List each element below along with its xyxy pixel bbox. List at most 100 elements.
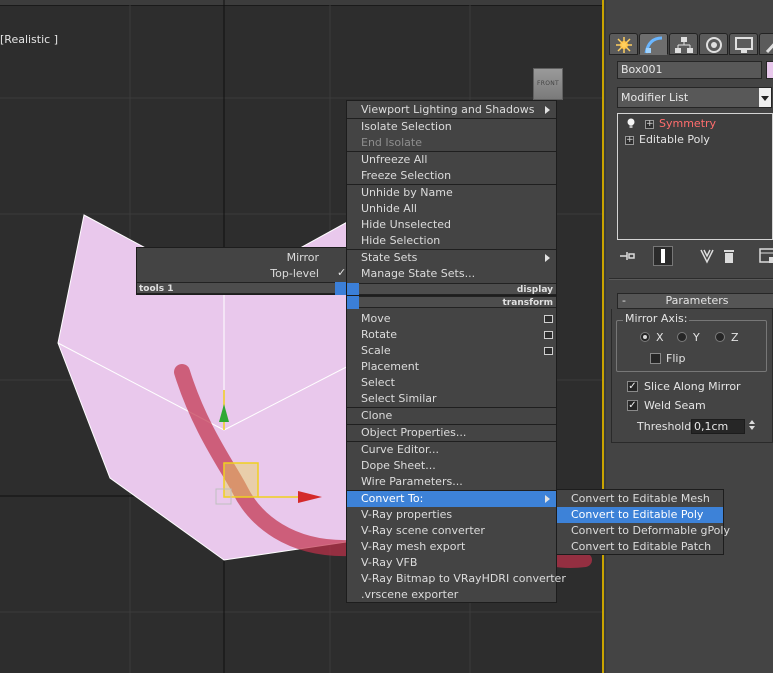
menu-item-unhide-all[interactable]: Unhide All xyxy=(347,201,417,217)
options-box-icon[interactable] xyxy=(544,315,553,323)
submenu-arrow-icon xyxy=(545,254,550,262)
axis-x-label: X xyxy=(656,331,664,344)
parameters-rollout-header[interactable]: - Parameters xyxy=(617,293,773,309)
tab-modify[interactable] xyxy=(639,33,668,55)
configure-sets-icon[interactable] xyxy=(757,246,773,266)
stack-item-label: Editable Poly xyxy=(639,133,710,146)
slice-along-mirror-label: Slice Along Mirror xyxy=(644,380,741,393)
menu-item-vray-bitmap-converter[interactable]: V-Ray Bitmap to VRayHDRI converter xyxy=(347,571,566,587)
modifier-list-dropdown[interactable]: Modifier List xyxy=(617,87,772,108)
menu-item-vrscene-exporter[interactable]: .vrscene exporter xyxy=(347,587,458,603)
menu-item-viewport-lighting[interactable]: Viewport Lighting and Shadows xyxy=(347,102,556,118)
quad-menu-transform: transform Move Rotate Scale Placement Se… xyxy=(346,295,566,603)
menu-item-isolate-selection[interactable]: Isolate Selection xyxy=(347,119,452,135)
modifier-list-label: Modifier List xyxy=(621,91,689,104)
motion-icon xyxy=(706,37,722,53)
menu-item-curve-editor[interactable]: Curve Editor... xyxy=(347,442,439,458)
threshold-spinner[interactable] xyxy=(747,419,757,434)
viewcube[interactable]: FRONT xyxy=(533,68,563,100)
tab-create[interactable] xyxy=(609,33,638,55)
modify-icon xyxy=(644,36,663,54)
spinner-down-icon[interactable] xyxy=(749,426,755,430)
hierarchy-icon xyxy=(675,37,693,53)
chevron-down-icon[interactable] xyxy=(759,88,771,107)
display-icon xyxy=(735,37,753,53)
quad-header-transform: transform xyxy=(347,296,556,308)
menu-item-manage-state-sets[interactable]: Manage State Sets... xyxy=(347,266,475,282)
menu-item-top-level[interactable]: Top-level xyxy=(137,266,333,282)
submenu-arrow-icon xyxy=(545,106,550,114)
tab-hierarchy[interactable] xyxy=(669,33,698,55)
mirror-axis-group xyxy=(616,320,767,372)
menu-item-select[interactable]: Select xyxy=(347,375,395,391)
stack-item-symmetry[interactable]: + Symmetry xyxy=(618,116,772,132)
object-name-field[interactable]: Box001 xyxy=(617,61,762,79)
menu-item-vray-vfb[interactable]: V-Ray VFB xyxy=(347,555,417,571)
threshold-label: Threshold: xyxy=(637,420,695,433)
create-icon xyxy=(616,37,632,53)
menu-item-select-similar[interactable]: Select Similar xyxy=(347,391,437,407)
lightbulb-icon[interactable] xyxy=(627,118,635,128)
viewport[interactable]: [Realistic ] FRONT Mirror Top-level ✓ to… xyxy=(0,0,604,673)
remove-modifier-icon[interactable] xyxy=(719,246,739,266)
expand-icon[interactable]: + xyxy=(625,136,634,145)
menu-item-hide-unselected[interactable]: Hide Unselected xyxy=(347,217,451,233)
flip-label: Flip xyxy=(666,352,686,365)
menu-item-vray-properties[interactable]: V-Ray properties xyxy=(347,507,452,523)
menu-item-hide-selection[interactable]: Hide Selection xyxy=(347,233,440,249)
menu-item-clone[interactable]: Clone xyxy=(347,408,392,424)
menu-item-placement[interactable]: Placement xyxy=(347,359,419,375)
show-end-result-button[interactable] xyxy=(653,246,673,266)
menu-item-object-properties[interactable]: Object Properties... xyxy=(347,425,466,441)
object-color-swatch[interactable] xyxy=(766,61,773,79)
menu-item-dope-sheet[interactable]: Dope Sheet... xyxy=(347,458,436,474)
expand-icon[interactable]: + xyxy=(645,120,654,129)
options-box-icon[interactable] xyxy=(544,331,553,339)
panel-divider xyxy=(609,278,773,280)
viewport-label[interactable]: [Realistic ] xyxy=(0,33,58,46)
modifier-stack[interactable]: + Symmetry + Editable Poly xyxy=(617,113,773,240)
make-unique-icon[interactable] xyxy=(697,246,717,266)
convert-to-submenu: Convert to Editable Mesh Convert to Edit… xyxy=(556,489,730,555)
menu-item-move[interactable]: Move xyxy=(347,311,556,327)
menu-item-wire-parameters[interactable]: Wire Parameters... xyxy=(347,474,463,490)
tab-display[interactable] xyxy=(729,33,758,55)
menu-item-convert-editable-poly[interactable]: Convert to Editable Poly xyxy=(557,507,723,523)
stack-item-editable-poly[interactable]: + Editable Poly xyxy=(618,132,772,148)
radio-axis-x[interactable] xyxy=(640,332,650,342)
spinner-up-icon[interactable] xyxy=(749,420,755,424)
command-panel: Box001 Modifier List + Symmetry + Editab… xyxy=(606,0,773,673)
pin-stack-icon[interactable] xyxy=(617,246,637,266)
menu-item-vray-scene-converter[interactable]: V-Ray scene converter xyxy=(347,523,485,539)
menu-item-vray-mesh-export[interactable]: V-Ray mesh export xyxy=(347,539,465,555)
show-end-result-icon xyxy=(661,249,665,263)
menu-item-convert-editable-patch[interactable]: Convert to Editable Patch xyxy=(557,539,711,555)
mirror-axis-label: Mirror Axis: xyxy=(623,312,690,325)
options-box-icon[interactable] xyxy=(544,347,553,355)
axis-z-label: Z xyxy=(731,331,739,344)
stack-item-label: Symmetry xyxy=(659,117,717,130)
axis-y-label: Y xyxy=(693,331,700,344)
tab-motion[interactable] xyxy=(699,33,728,55)
menu-item-mirror[interactable]: Mirror xyxy=(137,250,333,266)
flip-checkbox[interactable] xyxy=(650,353,661,364)
quad-menu-tools1: Mirror Top-level ✓ tools 1 xyxy=(136,247,348,295)
radio-axis-y[interactable] xyxy=(677,332,687,342)
menu-item-end-isolate[interactable]: End Isolate xyxy=(347,135,422,151)
menu-item-rotate[interactable]: Rotate xyxy=(347,327,556,343)
menu-item-convert-editable-mesh[interactable]: Convert to Editable Mesh xyxy=(557,491,710,507)
menu-item-convert-deformable-gpoly[interactable]: Convert to Deformable gPoly xyxy=(557,523,730,539)
tab-utilities[interactable] xyxy=(759,33,773,55)
menu-item-state-sets[interactable]: State Sets xyxy=(347,250,556,266)
menu-item-convert-to[interactable]: Convert To: xyxy=(347,491,556,507)
threshold-input[interactable]: 0,1cm xyxy=(691,419,745,434)
menu-item-scale[interactable]: Scale xyxy=(347,343,556,359)
weld-seam-checkbox[interactable]: ✓ xyxy=(627,400,638,411)
menu-item-unfreeze-all[interactable]: Unfreeze All xyxy=(347,152,427,168)
menu-item-unhide-by-name[interactable]: Unhide by Name xyxy=(347,185,453,201)
radio-axis-z[interactable] xyxy=(715,332,725,342)
slice-along-mirror-checkbox[interactable]: ✓ xyxy=(627,381,638,392)
collapse-icon: - xyxy=(622,294,626,307)
menu-item-freeze-selection[interactable]: Freeze Selection xyxy=(347,168,451,184)
rollout-title: Parameters xyxy=(665,294,729,307)
